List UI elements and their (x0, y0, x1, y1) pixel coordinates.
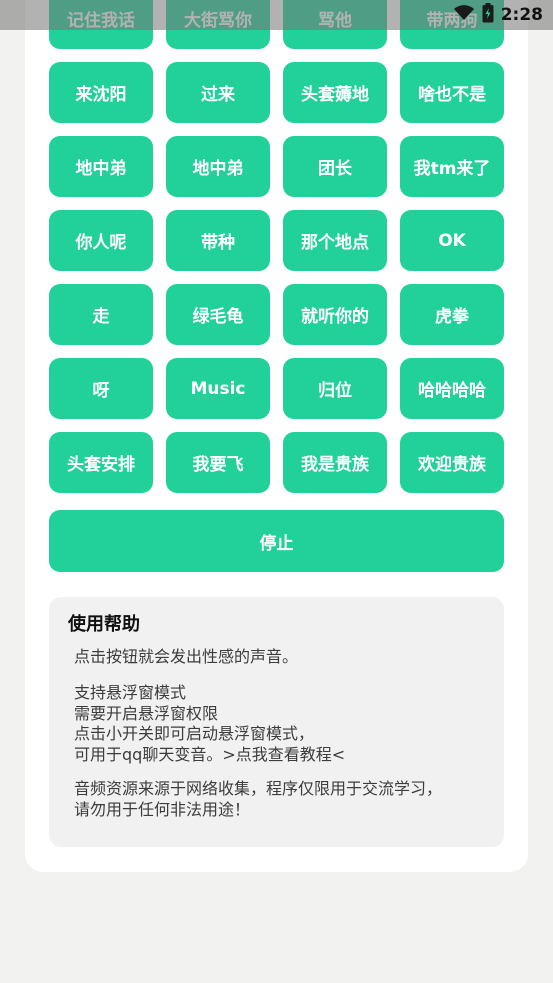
status-icons: 2:28 (453, 3, 543, 27)
sound-button[interactable]: 哈哈哈哈 (400, 358, 504, 419)
sound-button[interactable]: 那个地点 (283, 210, 387, 271)
sound-button[interactable]: 就听你的 (283, 284, 387, 345)
sound-button[interactable]: 地中弟 (166, 136, 270, 197)
sound-button[interactable]: 我是贵族 (283, 432, 387, 493)
sound-button[interactable]: 欢迎贵族 (400, 432, 504, 493)
help-text-intro: 点击按钮就会发出性感的声音。 (74, 647, 299, 666)
help-text-floating-window[interactable]: 支持悬浮窗模式 需要开启悬浮窗权限 点击小开关即可启动悬浮窗模式， 可用于qq聊… (74, 683, 345, 765)
sound-button[interactable]: 啥也不是 (400, 62, 504, 123)
sound-button[interactable]: Music (166, 358, 270, 419)
help-title: 使用帮助 (68, 614, 140, 635)
sound-button[interactable]: 过来 (166, 62, 270, 123)
sound-button[interactable]: 团长 (283, 136, 387, 197)
sound-button[interactable]: 归位 (283, 358, 387, 419)
status-time: 2:28 (500, 5, 543, 25)
sound-button[interactable]: 呀 (49, 358, 153, 419)
sound-button[interactable]: OK (400, 210, 504, 271)
sound-button-grid: 记住我话大街骂你骂他带两狗来沈阳过来头套薅地啥也不是地中弟地中弟团长我tm来了你… (49, 0, 504, 493)
sound-button[interactable]: 头套安排 (49, 432, 153, 493)
sound-button[interactable]: 虎拳 (400, 284, 504, 345)
help-text-disclaimer: 音频资源来源于网络收集，程序仅限用于交流学习， 请勿用于任何非法用途！ (74, 779, 443, 819)
help-panel: 使用帮助 点击按钮就会发出性感的声音。 支持悬浮窗模式 需要开启悬浮窗权限 点击… (49, 597, 504, 847)
sound-button[interactable]: 地中弟 (49, 136, 153, 197)
sound-button[interactable]: 头套薅地 (283, 62, 387, 123)
sound-button[interactable]: 我要飞 (166, 432, 270, 493)
sound-button[interactable]: 走 (49, 284, 153, 345)
sound-button[interactable]: 绿毛龟 (166, 284, 270, 345)
sound-button[interactable]: 来沈阳 (49, 62, 153, 123)
wifi-icon (453, 5, 475, 25)
sound-button[interactable]: 你人呢 (49, 210, 153, 271)
status-bar: 2:28 (0, 0, 553, 30)
sound-button[interactable]: 带种 (166, 210, 270, 271)
battery-charging-icon (482, 3, 494, 27)
sound-button[interactable]: 我tm来了 (400, 136, 504, 197)
stop-button[interactable]: 停止 (49, 510, 504, 572)
